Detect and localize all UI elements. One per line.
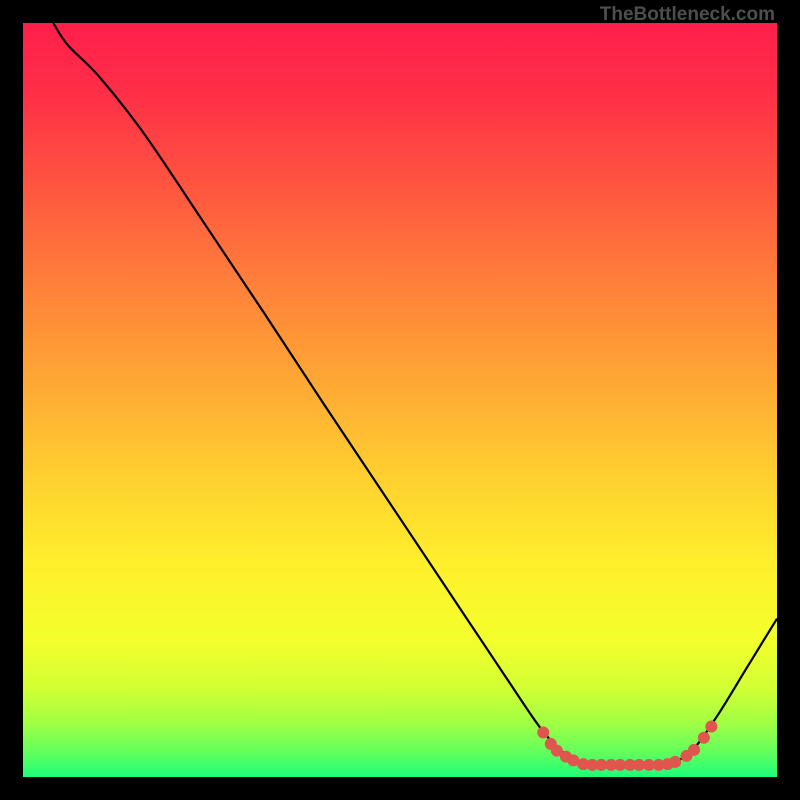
highlight-dot — [669, 756, 681, 768]
chart-svg — [23, 23, 777, 777]
highlight-dot — [688, 744, 700, 756]
bottleneck-chart — [23, 23, 777, 777]
highlight-dot — [705, 720, 717, 732]
chart-background — [23, 23, 777, 777]
highlight-dot — [537, 727, 549, 739]
highlight-dot — [698, 732, 710, 744]
